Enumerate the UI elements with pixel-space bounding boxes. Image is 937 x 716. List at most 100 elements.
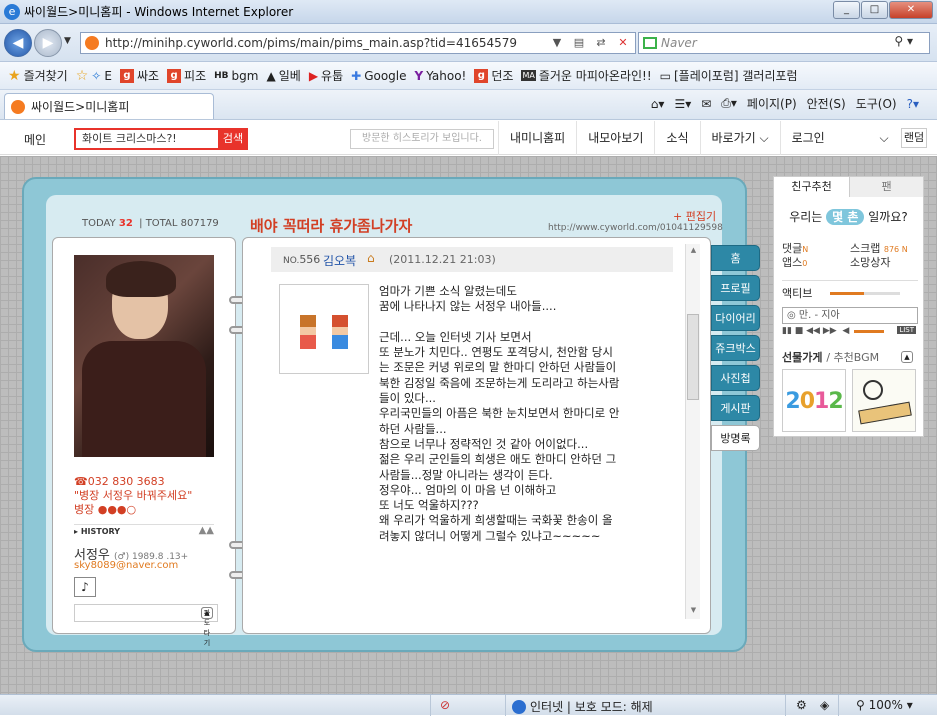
feeds-icon[interactable]: ☰▾: [674, 97, 691, 111]
ie-logo-icon: e: [4, 3, 20, 20]
activity-meter: 액티브: [782, 280, 918, 301]
g-favicon: g: [167, 68, 182, 83]
refresh-icon[interactable]: ⇄: [591, 34, 611, 52]
favorite-item[interactable]: ☆ ✧ E: [76, 68, 112, 84]
main-link[interactable]: 메인: [24, 131, 46, 148]
stat-apps[interactable]: 앱스0: [782, 254, 807, 270]
chon-question[interactable]: 우리는 몇 촌 일까요?: [774, 208, 923, 225]
maximize-button[interactable]: □: [861, 1, 888, 19]
house-icon[interactable]: ⌂: [367, 251, 375, 265]
menu-login[interactable]: 로그인 ⌵: [779, 121, 900, 155]
favorites-button[interactable]: ★ 즐겨찾기: [8, 67, 68, 84]
yahoo-icon: Y: [414, 68, 424, 83]
home-icon[interactable]: ⌂▾: [651, 97, 665, 111]
right-sidebar: 친구추천 팬 우리는 몇 촌 일까요? 댓글N 스크랩 876 N 앱스0 소망…: [773, 176, 924, 437]
tab-diary[interactable]: 다이어리: [711, 305, 760, 331]
menu-news[interactable]: 소식: [654, 121, 699, 155]
cyworld-search-input[interactable]: 화이트 크리스마스?! 검색: [74, 128, 248, 150]
history-dropdown-icon[interactable]: ▼: [64, 36, 71, 46]
history-toggle[interactable]: ▸ HISTORY ▲▲: [74, 524, 214, 536]
tab-fan[interactable]: 팬: [850, 177, 923, 197]
wrench-icon[interactable]: ⚙: [796, 698, 807, 712]
add-favorite-icon: ☆: [75, 67, 89, 84]
visit-counter: TODAY 32 | TOTAL 807179: [82, 218, 219, 229]
favorite-item[interactable]: ✚ Google: [351, 69, 406, 83]
search-placeholder: Naver: [661, 36, 697, 50]
menu-shortcuts[interactable]: 바로가기 ⌵: [699, 121, 780, 155]
favorite-item[interactable]: ▲ 일베: [266, 67, 300, 84]
chevron-up-icon[interactable]: ▲: [901, 351, 913, 363]
stat-wishbox[interactable]: 소망상자: [850, 254, 890, 270]
print-icon[interactable]: ⎙▾: [721, 96, 737, 111]
naver-icon: [643, 37, 657, 49]
favorite-item[interactable]: HB bgm: [214, 69, 258, 83]
tab-board[interactable]: 게시판: [711, 395, 760, 421]
cyworld-favicon-icon: [85, 36, 99, 50]
profile-email[interactable]: sky8089@naver.com: [74, 560, 178, 571]
hb-favicon: HB: [214, 70, 229, 81]
tab-guestbook[interactable]: 방명록: [711, 425, 760, 451]
zoom-level[interactable]: ⚲ 100% ▾: [856, 698, 913, 712]
padotagi-select[interactable]: 파도타기 ▲: [74, 604, 218, 647]
tools-menu[interactable]: 도구(O): [856, 95, 897, 112]
back-button[interactable]: ◀: [4, 29, 32, 57]
gift-item-illustration[interactable]: [852, 369, 916, 432]
browser-tab[interactable]: 싸이월드>미니홈피: [4, 93, 214, 119]
address-dropdown-icon[interactable]: ▼: [547, 34, 567, 52]
arrow-icon: ▲: [266, 68, 276, 83]
address-input[interactable]: http://minihp.cyworld.com/pims/main/pims…: [80, 32, 636, 54]
shield-icon[interactable]: ◈: [820, 698, 829, 712]
search-input[interactable]: Naver ⚲ ▾: [638, 32, 930, 54]
forward-button[interactable]: ▶: [34, 29, 62, 57]
favorite-item[interactable]: ▶ 유툽: [309, 67, 343, 84]
expand-icon: ▲▲: [198, 525, 214, 536]
page-menu[interactable]: 페이지(P): [747, 95, 797, 112]
scroll-thumb[interactable]: [687, 314, 699, 400]
post-body: 엄마가 기쁜 소식 알렸는데도 꿈에 나타나지 않는 서정우 내아들.... 근…: [379, 284, 620, 543]
random-button[interactable]: 랜덤: [901, 128, 927, 148]
tab-jukebox[interactable]: 쥬크박스: [711, 335, 760, 361]
search-icon[interactable]: ⚲ ▾: [894, 34, 913, 48]
menu-my-collection[interactable]: 내모아보기: [576, 121, 654, 155]
favorite-item[interactable]: g 피조: [167, 67, 206, 84]
security-zone[interactable]: 인터넷 | 보호 모드: 해제: [512, 698, 653, 715]
blocked-icon[interactable]: ⊘: [440, 698, 450, 712]
post-number: NO.556: [283, 253, 321, 266]
youtube-icon: ▶: [308, 68, 319, 83]
cyworld-search-button[interactable]: 검색: [218, 128, 248, 150]
favorite-item[interactable]: Y Yahoo!: [415, 69, 467, 83]
post-date: (2011.12.21 21:03): [389, 253, 496, 266]
tab-photos[interactable]: 사진첩: [711, 365, 760, 391]
globe-icon: [512, 699, 526, 714]
menu-my-minihome[interactable]: 내미니홈피: [498, 121, 576, 155]
tab-profile[interactable]: 프로필: [711, 275, 760, 301]
favorite-item[interactable]: g 던조: [474, 67, 513, 84]
edit-link[interactable]: + 편집기: [673, 208, 716, 224]
player-controls[interactable]: ▮▮ ■ ◀◀ ▶▶ ◀ LIST: [782, 326, 918, 336]
favorite-item[interactable]: g 싸조: [119, 67, 159, 84]
history-box[interactable]: 방문한 히스토리가 보입니다.: [350, 129, 494, 149]
minihome-title: 배야 꼭떠라 휴가좀나가자: [250, 217, 413, 235]
compat-view-icon[interactable]: ▤: [569, 34, 589, 52]
tab-home[interactable]: 홈: [711, 245, 760, 271]
bgm-player[interactable]: ◎ 만. - 지아: [782, 307, 918, 324]
minimize-button[interactable]: _: [833, 1, 860, 19]
music-note-icon[interactable]: ♪: [74, 577, 96, 597]
favorite-item[interactable]: MA 즐거운 마피아온라인!!: [521, 67, 652, 84]
cyworld-nav: 메인 화이트 크리스마스?! 검색 방문한 히스토리가 보입니다. 내미니홈피 …: [0, 121, 937, 155]
minihome-url[interactable]: http://www.cyworld.com/01041129598: [548, 223, 723, 233]
favorite-item[interactable]: ▭ [플레이포럼] 갤러리포럼: [660, 67, 798, 84]
post-scrollbar[interactable]: ▲ ▼: [685, 244, 700, 619]
gift-item-2012[interactable]: 2012: [782, 369, 846, 432]
help-icon[interactable]: ?▾: [907, 97, 919, 111]
command-bar: ⌂▾ ☰▾ ✉ ⎙▾ 페이지(P) 안전(S) 도구(O) ?▾: [651, 95, 919, 112]
close-button[interactable]: ✕: [889, 1, 933, 19]
gift-shop-title[interactable]: 선물가게 / 추천BGM: [782, 349, 879, 365]
safety-menu[interactable]: 안전(S): [807, 95, 846, 112]
tab-friend-recommend[interactable]: 친구추천: [774, 177, 850, 197]
minimi-avatar: [279, 284, 369, 374]
page-icon: ▭: [659, 68, 671, 83]
stop-icon[interactable]: ✕: [613, 34, 633, 52]
mail-icon[interactable]: ✉: [701, 97, 711, 111]
post-author[interactable]: 김오복: [323, 252, 356, 269]
